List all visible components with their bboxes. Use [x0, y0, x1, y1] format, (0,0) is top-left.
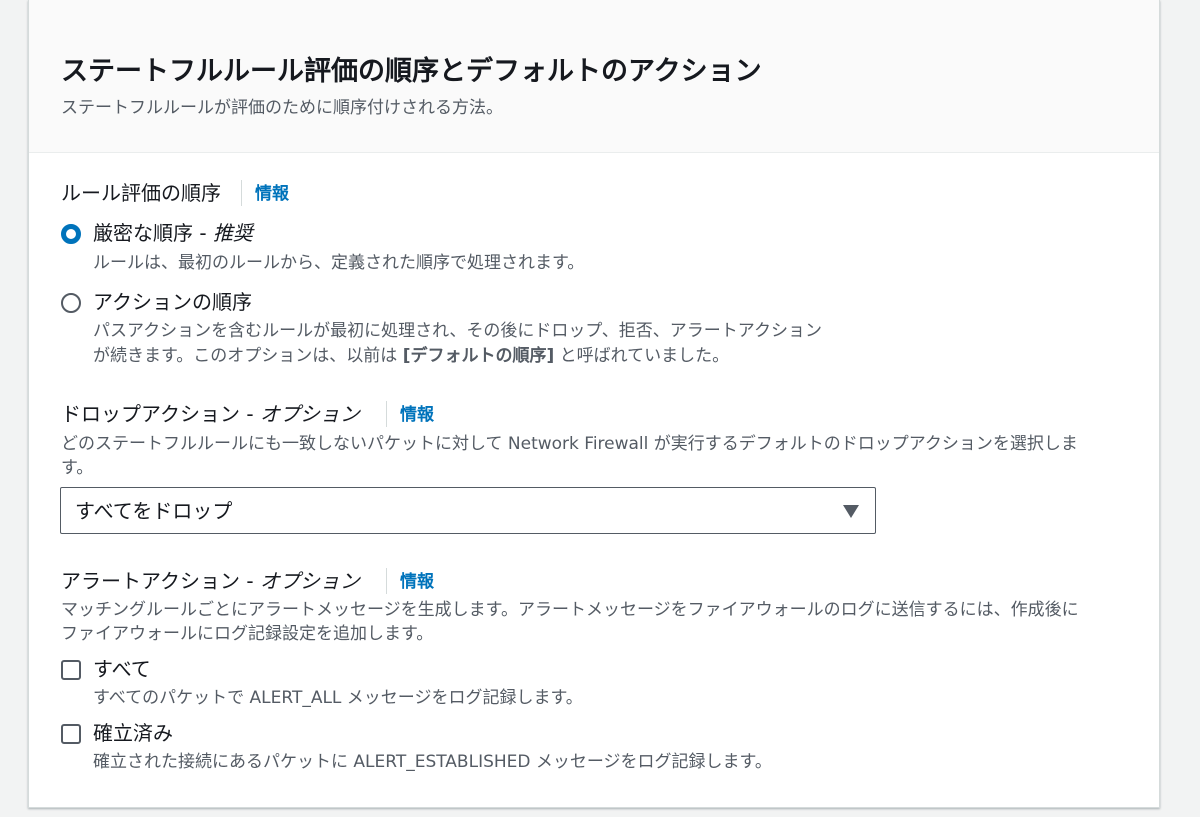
action-order-radio[interactable] — [61, 293, 81, 313]
info-separator — [241, 180, 242, 206]
alert-action-info-link[interactable]: 情報 — [400, 567, 434, 597]
alert-all-checkbox[interactable] — [61, 660, 81, 680]
strict-order-description: ルールは、最初のルールから、定義された順序で処理されます。 — [93, 253, 585, 273]
drop-action-description-line2: す。 — [61, 458, 94, 478]
action-order-description-line2: が続きます。このオプションは、以前は [デフォルトの順序] と呼ばれていました。 — [93, 346, 730, 366]
alert-all-description: すべてのパケットで ALERT_ALL メッセージをログ記録します。 — [93, 688, 583, 708]
panel-description: ステートフルルールが評価のために順序付けされる方法。 — [61, 98, 503, 118]
alert-established-label[interactable]: 確立済み — [93, 718, 173, 748]
drop-action-info-link[interactable]: 情報 — [400, 400, 434, 430]
drop-action-select[interactable]: すべてをドロップ — [60, 487, 876, 534]
alert-established-description: 確立された接続にあるパケットに ALERT_ESTABLISHED メッセージを… — [93, 752, 772, 772]
caret-down-icon — [843, 505, 859, 518]
info-separator — [386, 401, 387, 427]
alert-action-label: アラートアクション - オプション — [61, 569, 360, 593]
rule-order-label: ルール評価の順序 — [61, 181, 221, 205]
rule-order-info-link[interactable]: 情報 — [255, 179, 289, 209]
action-order-label[interactable]: アクションの順序 — [93, 287, 252, 317]
panel-header: ステートフルルール評価の順序とデフォルトのアクション ステートフルルールが評価の… — [29, 0, 1159, 153]
panel-title: ステートフルルール評価の順序とデフォルトのアクション — [61, 56, 762, 87]
alert-action-description-line2: ファイアウォールにログ記録設定を追加します。 — [61, 624, 434, 644]
drop-action-selected-value: すべてをドロップ — [75, 499, 233, 523]
info-separator — [386, 568, 387, 594]
alert-all-label[interactable]: すべて — [93, 654, 151, 684]
strict-order-radio[interactable] — [61, 224, 81, 244]
strict-order-label[interactable]: 厳密な順序 - 推奨 — [93, 218, 253, 248]
action-order-description-line1: パスアクションを含むルールが最初に処理され、その後にドロップ、拒否、アラートアク… — [93, 321, 822, 341]
stateful-rule-settings-panel: ステートフルルール評価の順序とデフォルトのアクション ステートフルルールが評価の… — [28, 0, 1160, 808]
alert-established-checkbox[interactable] — [61, 724, 81, 744]
alert-action-description-line1: マッチングルールごとにアラートメッセージを生成します。アラートメッセージをファイ… — [61, 600, 1079, 620]
drop-action-label: ドロップアクション - オプション — [61, 402, 360, 426]
drop-action-description-line1: どのステートフルルールにも一致しないパケットに対して Network Firew… — [61, 434, 1078, 454]
